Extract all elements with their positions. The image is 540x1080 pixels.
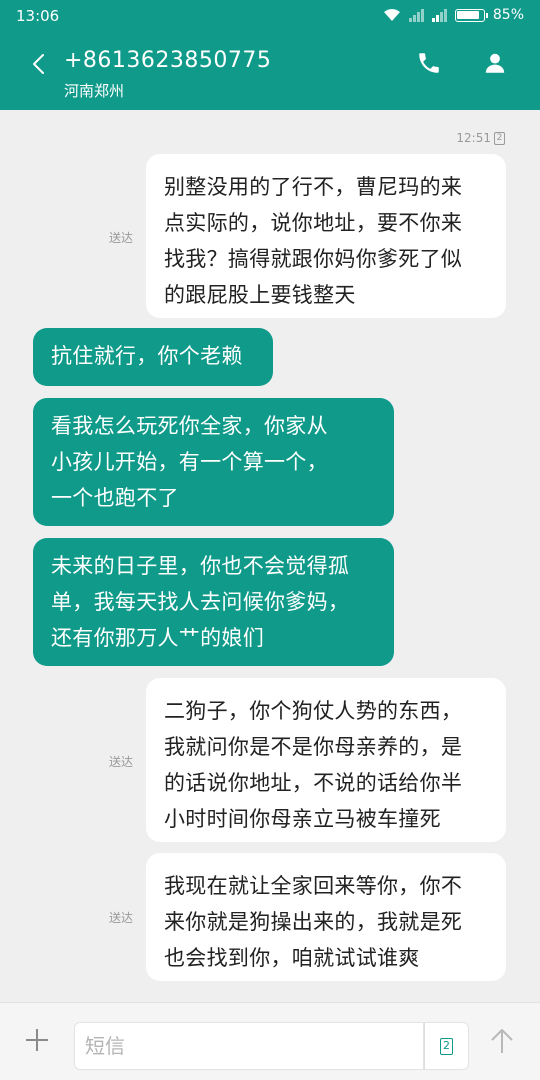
message-line: 小时时间你母亲立马被车撞死 (164, 807, 441, 831)
outgoing-message-bubble[interactable]: 我现在就让全家回来等你，你不 来你就是狗操出来的，我就是死 也会找到你，咱就试试… (146, 853, 506, 981)
incoming-message-bubble[interactable]: 看我怎么玩死你全家，你家从 小孩儿开始，有一个算一个， 一个也跑不了 (33, 398, 394, 526)
message-thread[interactable]: 12:51 2 别整没用的了行不，曹尼玛的来 点实际的，说你地址，要不你来 找我… (0, 110, 540, 1002)
message-line: 来你就是狗操出来的，我就是死 (164, 910, 463, 934)
message-line: 抗住就行，你个老赖 (51, 344, 243, 368)
message-input-container (74, 1022, 424, 1070)
delivery-status: 送达 (109, 231, 134, 245)
signal-2-icon (431, 8, 447, 22)
message-line: 的跟屁股上要钱整天 (164, 283, 356, 307)
delivery-status: 送达 (109, 755, 134, 769)
message-line: 找我？搞得就跟你妈你爹死了似 (164, 247, 463, 271)
contact-phone-number: +8613623850775 (64, 48, 272, 73)
person-icon[interactable] (482, 50, 508, 76)
outgoing-message-bubble[interactable]: 二狗子，你个狗仗人势的东西， 我就问你是不是你母亲养的，是 的话说你地址，不说的… (146, 678, 506, 842)
delivery-status: 送达 (109, 911, 134, 925)
message-timestamp: 12:51 2 (456, 131, 505, 145)
status-bar: 13:06 85% (0, 0, 540, 34)
status-indicators: 85% (383, 7, 524, 23)
sim-select-button[interactable]: 2 (424, 1022, 469, 1070)
message-line: 还有你那万人艹的娘们 (51, 626, 264, 650)
chevron-left-icon[interactable] (26, 50, 54, 78)
message-line: 别整没用的了行不，曹尼玛的来 (164, 175, 463, 199)
conversation-header: +8613623850775 河南郑州 (0, 34, 540, 110)
compose-bar: 2 (0, 1002, 540, 1080)
wifi-icon (383, 9, 400, 21)
message-input[interactable] (75, 1023, 405, 1069)
contact-location: 河南郑州 (64, 82, 125, 100)
incoming-message-bubble[interactable]: 抗住就行，你个老赖 (33, 328, 273, 386)
message-line: 单，我每天找人去问候你爹妈， (51, 590, 350, 614)
message-line: 我现在就让全家回来等你，你不 (164, 874, 463, 898)
message-line: 未来的日子里，你也不会觉得孤 (51, 554, 350, 578)
message-line: 点实际的，说你地址，要不你来 (164, 211, 463, 235)
message-line: 看我怎么玩死你全家，你家从 (51, 414, 328, 438)
arrow-up-icon[interactable] (489, 1027, 515, 1055)
phone-icon[interactable] (416, 50, 442, 76)
plus-icon[interactable] (24, 1027, 50, 1053)
sim-icon: 2 (440, 1037, 453, 1055)
message-line: 小孩儿开始，有一个算一个， (51, 450, 328, 474)
message-line: 也会找到你，咱就试试谁爽 (164, 946, 420, 970)
timestamp-text: 12:51 (456, 131, 491, 145)
outgoing-message-bubble[interactable]: 别整没用的了行不，曹尼玛的来 点实际的，说你地址，要不你来 找我？搞得就跟你妈你… (146, 154, 506, 318)
battery-percent: 85% (492, 7, 524, 23)
message-line: 我就问你是不是你母亲养的，是 (164, 735, 463, 759)
signal-1-icon (408, 8, 424, 22)
incoming-message-bubble[interactable]: 未来的日子里，你也不会觉得孤 单，我每天找人去问候你爹妈， 还有你那万人艹的娘们 (33, 538, 394, 666)
status-time: 13:06 (16, 7, 60, 25)
battery-icon (454, 8, 488, 22)
message-line: 二狗子，你个狗仗人势的东西， (164, 699, 463, 723)
message-line: 的话说你地址，不说的话给你半 (164, 771, 463, 795)
sim-icon: 2 (494, 131, 505, 145)
message-line: 一个也跑不了 (51, 486, 179, 510)
